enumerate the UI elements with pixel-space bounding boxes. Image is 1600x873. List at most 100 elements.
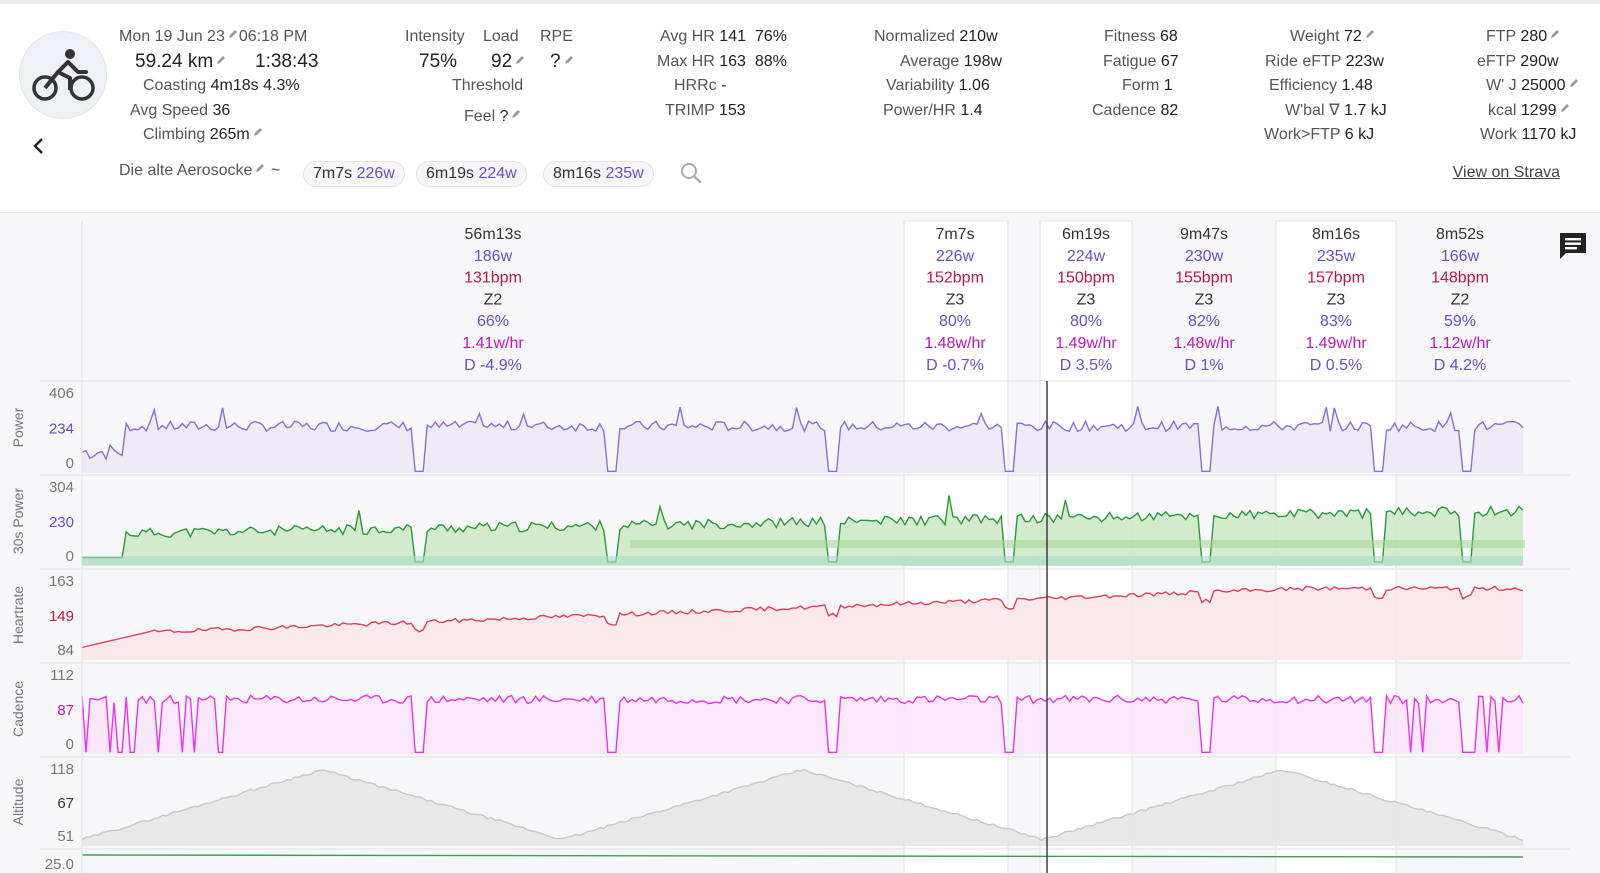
distance-value: 59.24 km (135, 51, 214, 72)
coasting-stat: Coasting 4m18s 4.3% (143, 76, 300, 96)
edit-pencil-icon[interactable] (1364, 28, 1376, 40)
zone-band (630, 540, 1525, 548)
wbal-value: 1.7 kJ (1344, 102, 1387, 119)
ftp-stat[interactable]: FTP 280 (1486, 27, 1561, 47)
kcal-label: kcal (1488, 102, 1517, 119)
feel-value: ? (499, 108, 509, 125)
interval-pct: 66% (477, 313, 509, 330)
chip-time: 7m7s (313, 165, 353, 182)
interval-pct: 80% (1070, 313, 1102, 330)
avg-speed-value: 36 (212, 102, 231, 119)
trimp-value: 153 (718, 102, 746, 119)
panel-tick-label: 406 (49, 385, 74, 402)
kcal-stat[interactable]: kcal 1299 (1488, 101, 1571, 121)
interval-watts: 226w (936, 248, 975, 265)
wbal-label: W'bal ∇ (1285, 102, 1340, 119)
activity-datetime[interactable]: Mon 19 Jun 23 06:18 PM (119, 27, 307, 47)
intensity-value: 75% (419, 51, 458, 72)
interval-zone: Z3 (1077, 291, 1096, 308)
interval-zone: Z2 (1451, 291, 1470, 308)
avg-hr-pct: 76% (754, 28, 787, 45)
edit-pencil-icon[interactable] (510, 108, 522, 120)
edit-pencil-icon[interactable] (252, 126, 264, 138)
edit-pencil-icon[interactable] (563, 54, 575, 66)
variability-label: Variability (886, 77, 955, 94)
form-label: Form (1122, 77, 1160, 94)
panel-tick-label: 51 (57, 828, 74, 845)
rpe-value[interactable]: ? (550, 52, 575, 72)
ftp-label: FTP (1486, 28, 1516, 45)
intensity-label: Intensity (405, 28, 465, 45)
interval-bpm: 157bpm (1307, 270, 1365, 287)
chip-watts: 224w (478, 165, 517, 182)
edit-pencil-icon[interactable] (1549, 28, 1561, 40)
average-power-stat: Average 198w (900, 52, 1002, 72)
edit-pencil-icon[interactable] (254, 162, 266, 174)
ftp-value: 280 (1520, 28, 1548, 45)
search-icon[interactable] (679, 161, 703, 185)
fitness-stat: Fitness 68 (1104, 27, 1178, 47)
weight-value: 72 (1343, 28, 1362, 45)
power-hr-label: Power/HR (883, 102, 956, 119)
panel-area-fill (82, 695, 1523, 754)
panel-axis-title: Heartrate (10, 586, 26, 645)
max-hr-pct: 88% (754, 53, 787, 70)
interval-watts: 224w (1067, 248, 1106, 265)
edit-pencil-icon[interactable] (1559, 102, 1571, 114)
back-chevron-icon[interactable] (28, 135, 50, 157)
cadence-label: Cadence (1092, 102, 1157, 119)
activity-type-avatar (19, 31, 107, 119)
w-prime-value: 25000 (1521, 77, 1566, 94)
edit-pencil-icon[interactable] (215, 54, 227, 66)
interval-drift: D 4.2% (1434, 357, 1486, 374)
fatigue-stat: Fatigue 67 (1103, 52, 1179, 72)
edit-pencil-icon[interactable] (514, 54, 526, 66)
cadence-value: 82 (1160, 102, 1179, 119)
work-value: 1170 kJ (1521, 126, 1577, 143)
activity-date: Mon 19 Jun 23 (119, 28, 225, 45)
activity-distance[interactable]: 59.24 km (135, 52, 227, 72)
w-prime-stat[interactable]: W' J 25000 (1486, 76, 1580, 96)
activity-name[interactable]: Die alte Aerosocke ~ (119, 161, 280, 181)
interval-drift: D -4.9% (464, 357, 522, 374)
weight-stat[interactable]: Weight 72 (1290, 27, 1376, 47)
panel-tick-label: 234 (49, 421, 74, 438)
panel-tick-label: 112 (50, 667, 74, 684)
best-effort-chip-2[interactable]: 6m19s 224w (416, 161, 527, 187)
w-prime-label: W' J (1486, 77, 1517, 94)
climbing-stat[interactable]: Climbing 265m (143, 125, 264, 145)
form-value: 1 (1163, 77, 1173, 94)
best-effort-chip-1[interactable]: 7m7s 226w (303, 161, 405, 187)
interval-drift: D 1% (1184, 357, 1223, 374)
panel-axis-title: Cadence (10, 681, 26, 737)
interval-whr: 1.12w/hr (1429, 335, 1491, 352)
variability-stat: Variability 1.06 (886, 76, 990, 96)
activity-chart-area[interactable]: 56m13s 186w 131bpm Z2 66% 1.41w/hr D -4.9% 7m7s… (0, 212, 1600, 873)
eftp-stat: eFTP 290w (1477, 52, 1559, 72)
feel-stat[interactable]: Feel ? (464, 107, 522, 127)
edit-pencil-icon[interactable] (1568, 77, 1580, 89)
ride-eftp-value: 223w (1345, 53, 1384, 70)
panel-axis-title: Power (10, 407, 26, 447)
load-value[interactable]: 92 (491, 52, 526, 72)
view-on-strava-link[interactable]: View on Strava (1453, 164, 1560, 182)
panel-area-fill (82, 769, 1523, 846)
best-effort-chip-3[interactable]: 8m16s 235w (543, 161, 654, 187)
cadence-stat: Cadence 82 (1092, 101, 1178, 121)
edit-pencil-icon[interactable] (227, 28, 239, 40)
power-hr-value: 1.4 (960, 102, 983, 119)
eftp-label: eFTP (1477, 53, 1516, 70)
comment-icon[interactable] (1557, 230, 1589, 262)
interval-time: 6m19s (1062, 226, 1110, 243)
interval-bpm: 150bpm (1057, 270, 1115, 287)
interval-time: 8m16s (1312, 226, 1360, 243)
avg-hr-label: Avg HR (660, 28, 715, 45)
panel-axis-title: Altitude (10, 778, 26, 825)
activity-chart[interactable]: 56m13s 186w 131bpm Z2 66% 1.41w/hr D -4.9% 7m7s… (0, 213, 1600, 873)
panel-tick-label: 118 (50, 761, 74, 778)
panel-area-fill (82, 586, 1523, 660)
chip-time: 6m19s (426, 165, 475, 182)
form-stat: Form 1 (1122, 76, 1173, 96)
interval-watts: 235w (1317, 248, 1356, 265)
panel-tick-label: 149 (49, 608, 74, 625)
